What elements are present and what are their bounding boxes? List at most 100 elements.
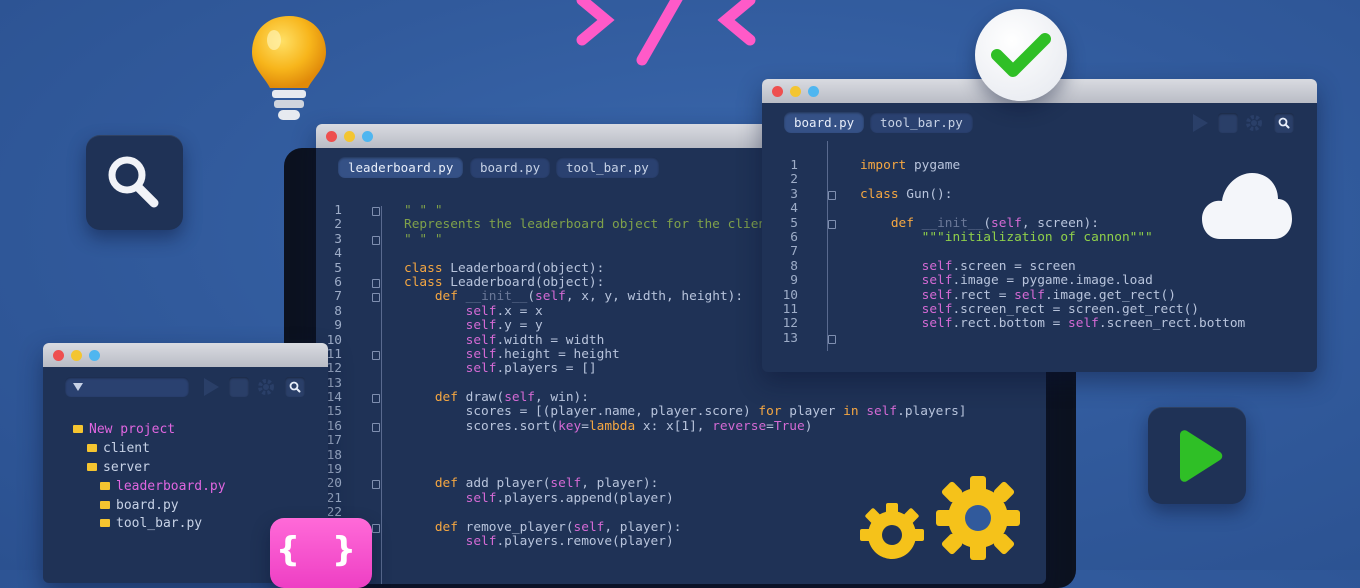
play-tile[interactable] [1148,407,1246,504]
chevron-down-icon [73,383,83,391]
minimize-dot[interactable] [790,86,801,97]
code-line: """initialization of cannon""" [860,229,1153,245]
search-tile[interactable] [86,135,183,230]
close-dot[interactable] [326,131,337,142]
magnifier-icon [108,156,159,208]
tree-item-new-project[interactable]: New project [73,422,175,437]
tree-item-leaderboard[interactable]: leaderboard.py [100,479,226,494]
stop-button[interactable] [229,377,249,397]
code-line: class Leaderboard(object): [404,274,605,290]
tab-board[interactable]: board.py [784,112,865,133]
line-number: 4 [334,246,342,262]
search-button[interactable] [285,377,305,397]
line-number: 6 [334,274,342,290]
fold-marker[interactable] [372,422,380,432]
tab-tool-bar[interactable]: tool_bar.py [870,112,973,133]
fold-marker[interactable] [372,235,380,245]
tree-item-server[interactable]: server [87,460,150,475]
cloud-icon [1202,173,1292,239]
folder-icon [100,519,110,527]
line-number: 1 [790,158,798,173]
search-button[interactable] [1274,113,1294,133]
code-line: self.players.append(player) [465,490,674,506]
settings-gear-icon[interactable] [1244,113,1264,133]
code-tag-icon [576,0,756,66]
code-line: import pygame [860,158,961,173]
tree-item-board[interactable]: board.py [100,498,179,513]
fold-marker[interactable] [372,350,380,360]
line-number: 3 [334,231,342,247]
fold-marker[interactable] [372,523,380,533]
line-number: 8 [790,258,798,274]
code-line: scores.sort(key=lambda x: x[1], reverse=… [404,418,813,434]
code-line: scores = [(player.name, player.score) fo… [404,404,967,420]
fold-marker[interactable] [372,394,380,404]
stop-button[interactable] [1218,113,1238,133]
close-dot[interactable] [772,86,783,97]
tree-item-client[interactable]: client [87,441,150,456]
line-number: 8 [334,303,342,319]
fold-marker[interactable] [372,480,380,490]
fold-marker[interactable] [828,334,836,344]
play-icon [1180,430,1223,482]
code-line: self.width = width [465,332,605,348]
code-line: self.players.remove(player) [465,533,674,549]
tree-item-label: board.py [116,498,179,513]
code-line: def __init__(self, screen): [890,215,1099,231]
search-icon [1278,117,1290,129]
lightbulb-icon [252,16,326,120]
code-line: Represents the leaderboard object for th… [404,217,774,233]
tree-item-label: New project [89,422,176,437]
run-button[interactable] [1190,113,1210,133]
maximize-dot[interactable] [808,86,819,97]
code-line: self.screen_rect = screen.get_rect() [921,301,1200,317]
tree-item-label: tool_bar.py [116,516,203,531]
code-line: " " " [404,231,443,247]
line-number: 2 [334,217,342,233]
close-dot[interactable] [53,350,64,361]
code-line: def draw(self, win): [434,390,589,406]
gear-icon [860,503,924,559]
minimize-dot[interactable] [71,350,82,361]
tab-leaderboard[interactable]: leaderboard.py [338,157,464,178]
line-number: 1 [334,203,342,218]
project-dropdown[interactable] [65,377,189,397]
folder-icon [73,425,83,433]
line-number: 9 [334,318,342,334]
code-line: self.rect.bottom = self.screen_rect.bott… [921,316,1246,332]
code-line: def remove_player(self, player): [434,519,682,535]
line-number: 4 [790,201,798,217]
fold-marker[interactable] [828,190,836,200]
code-line: self.image = pygame.image.load [921,273,1153,289]
code-line: self.rect = self.image.get_rect() [921,287,1176,303]
folder-icon [87,444,97,452]
code-line: class Leaderboard(object): [404,260,605,276]
braces-icon: { } [275,530,367,570]
line-number: 3 [790,186,798,202]
code-line: class Gun(): [860,186,953,202]
check-badge [975,9,1067,101]
fold-marker[interactable] [372,293,380,303]
run-button[interactable] [201,377,221,397]
minimize-dot[interactable] [344,131,355,142]
folder-icon [100,482,110,490]
fold-marker[interactable] [828,219,836,229]
folder-icon [87,463,97,471]
line-number: 7 [334,289,342,305]
line-number: 12 [782,316,798,332]
maximize-dot[interactable] [362,131,373,142]
tree-item-label: leaderboard.py [116,479,226,494]
maximize-dot[interactable] [89,350,100,361]
code-line: def __init__(self, x, y, width, height): [434,289,744,305]
tab-tool-bar[interactable]: tool_bar.py [556,157,659,178]
tree-item-tool-bar[interactable]: tool_bar.py [100,516,202,531]
line-number: 6 [790,229,798,245]
folder-icon [100,501,110,509]
settings-gear-icon[interactable] [256,377,276,397]
tab-board[interactable]: board.py [470,157,551,178]
line-number: 7 [790,244,798,260]
code-line: self.x = x [465,303,543,319]
fold-marker[interactable] [372,278,380,288]
fold-marker[interactable] [372,207,380,216]
line-number: 10 [782,287,798,303]
